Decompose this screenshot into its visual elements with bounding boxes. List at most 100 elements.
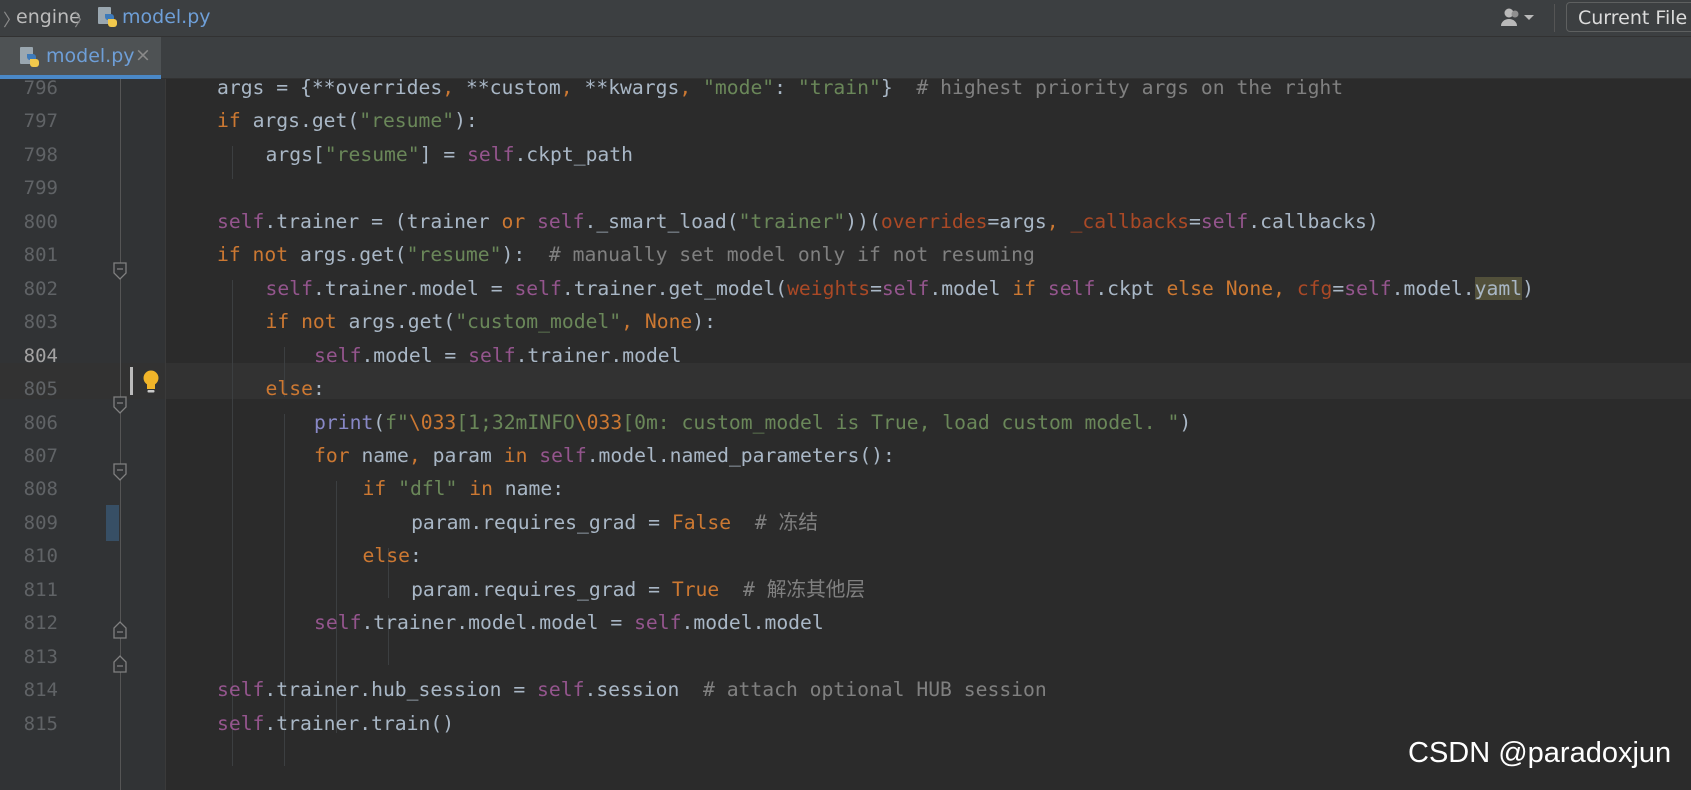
line-number[interactable]: 804 [0, 338, 58, 374]
line-number[interactable]: 805 [0, 371, 58, 407]
code-line[interactable]: 813 [0, 639, 1691, 675]
line-number[interactable]: 814 [0, 672, 58, 708]
close-icon[interactable]: × [135, 44, 151, 66]
line-number[interactable]: 796 [0, 79, 58, 106]
line-number[interactable]: 813 [0, 639, 58, 675]
breadcrumb-folder[interactable]: engine [16, 6, 81, 28]
code-token: [1;32mINFO [456, 410, 575, 434]
code-token: f" [385, 410, 409, 434]
code-token: self [265, 276, 313, 300]
code-token: .model [929, 276, 1013, 300]
code-line[interactable]: 809 param.requires_grad = False # 冻结 [0, 505, 1691, 541]
code-line[interactable]: 805 else: [0, 371, 1691, 407]
code-token: param.requires_grad = [411, 510, 672, 534]
code-text[interactable]: args = {**overrides, **custom, **kwargs,… [217, 79, 1343, 106]
code-text[interactable]: print(f"\033[1;32mINFO\033[0m: custom_mo… [314, 405, 1191, 441]
code-text[interactable]: self.model = self.trainer.model [314, 338, 681, 374]
python-file-icon [20, 47, 39, 67]
line-number[interactable]: 797 [0, 103, 58, 139]
line-number[interactable]: 808 [0, 471, 58, 507]
code-line[interactable]: 814 self.trainer.hub_session = self.sessi… [0, 672, 1691, 708]
code-text[interactable]: self.trainer = (trainer or self._smart_l… [217, 204, 1379, 240]
code-line[interactable]: 806 print(f"\033[1;32mINFO\033[0m: custom… [0, 405, 1691, 441]
tab-label: model.py [46, 45, 135, 67]
code-text[interactable]: if not args.get("custom_model", None): [266, 304, 716, 340]
code-token: = [1332, 276, 1345, 300]
code-token: .ckpt [1095, 276, 1167, 300]
line-number[interactable]: 815 [0, 706, 58, 742]
code-text[interactable]: param.requires_grad = True # 解冻其他层 [411, 572, 865, 608]
code-line[interactable]: 797 if args.get("resume"): [0, 103, 1691, 139]
code-token: \033 [574, 410, 623, 434]
line-number[interactable]: 801 [0, 237, 58, 273]
code-line[interactable]: 803 if not args.get("custom_model", None)… [0, 304, 1691, 340]
code-token: self [314, 611, 362, 635]
code-token: \033 [408, 410, 457, 434]
code-token: if [362, 477, 399, 501]
code-token: self [314, 343, 362, 367]
code-text[interactable]: else: [363, 538, 422, 574]
breadcrumb-file[interactable]: model.py [122, 6, 211, 28]
code-text[interactable]: if not args.get("resume"): # manually se… [217, 237, 1035, 273]
line-number[interactable]: 810 [0, 538, 58, 574]
code-token: _callbacks [1070, 209, 1190, 233]
code-line[interactable]: 798 args["resume"] = self.ckpt_path [0, 137, 1691, 173]
run-configuration-selector[interactable]: Current File [1566, 2, 1691, 32]
code-token: .trainer.model = [312, 276, 515, 300]
code-token: # 解冻其他层 [742, 577, 866, 601]
line-number[interactable]: 800 [0, 204, 58, 240]
code-token: yaml [1474, 276, 1523, 300]
watermark: CSDN @paradoxjun [1408, 737, 1672, 769]
code-token: self [217, 209, 265, 233]
code-text[interactable]: self.trainer.train() [217, 706, 454, 742]
code-line[interactable]: 796 args = {**overrides, **custom, **kwar… [0, 79, 1691, 106]
line-number[interactable]: 803 [0, 304, 58, 340]
line-number[interactable]: 799 [0, 170, 58, 206]
code-token: [0m: custom_model is True, load custom m… [622, 410, 1180, 434]
code-token: : [312, 377, 325, 401]
code-token: name [361, 443, 409, 467]
line-number[interactable]: 807 [0, 438, 58, 474]
code-text[interactable]: self.trainer.model = self.trainer.get_mo… [266, 271, 1534, 307]
code-token: self [881, 276, 930, 300]
code-line[interactable]: 812 self.trainer.model.model = self.model… [0, 605, 1691, 641]
code-line[interactable]: 810 else: [0, 538, 1691, 574]
code-token: , [1046, 209, 1071, 233]
code-token: self [1344, 276, 1392, 300]
code-text[interactable]: self.trainer.model.model = self.model.mo… [314, 605, 824, 641]
code-line[interactable]: 799 [0, 170, 1691, 206]
line-number[interactable]: 806 [0, 405, 58, 441]
line-number[interactable]: 812 [0, 605, 58, 641]
code-token: in [469, 477, 505, 501]
code-text[interactable]: if "dfl" in name: [363, 471, 565, 507]
code-text[interactable]: param.requires_grad = False # 冻结 [411, 505, 818, 541]
code-token: args.get( [252, 109, 360, 133]
line-number[interactable]: 798 [0, 137, 58, 173]
tab-model-py[interactable]: model.py × [0, 37, 161, 79]
code-text[interactable]: for name, param in self.model.named_para… [314, 438, 895, 474]
code-text[interactable]: if args.get("resume"): [217, 103, 478, 139]
code-token: = [870, 276, 882, 300]
code-token: if not [217, 243, 300, 267]
code-token: self [537, 209, 585, 233]
line-number[interactable]: 802 [0, 271, 58, 307]
code-text[interactable]: args["resume"] = self.ckpt_path [266, 137, 633, 173]
code-token: self [539, 443, 587, 467]
code-editor[interactable]: 796 args = {**overrides, **custom, **kwar… [0, 79, 1691, 790]
user-dropdown-icon[interactable] [1500, 6, 1538, 28]
code-line[interactable]: 800 self.trainer = (trainer or self._smar… [0, 204, 1691, 240]
code-line[interactable]: 804 self.model = self.trainer.model [0, 338, 1691, 374]
code-text[interactable]: else: [266, 371, 325, 407]
code-token: .model.model [681, 611, 824, 635]
code-token: param.requires_grad = [411, 577, 672, 601]
code-line[interactable]: 807 for name, param in self.model.named_p… [0, 438, 1691, 474]
code-line[interactable]: 802 self.trainer.model = self.trainer.get… [0, 271, 1691, 307]
code-line[interactable]: 801 if not args.get("resume"): # manually… [0, 237, 1691, 273]
code-token: name: [504, 477, 565, 501]
line-number[interactable]: 809 [0, 505, 58, 541]
code-line[interactable]: 808 if "dfl" in name: [0, 471, 1691, 507]
line-number[interactable]: 811 [0, 572, 58, 608]
code-token: .trainer.get_model( [561, 276, 788, 300]
code-line[interactable]: 811 param.requires_grad = True # 解冻其他层 [0, 572, 1691, 608]
code-text[interactable]: self.trainer.hub_session = self.session … [217, 672, 1047, 708]
